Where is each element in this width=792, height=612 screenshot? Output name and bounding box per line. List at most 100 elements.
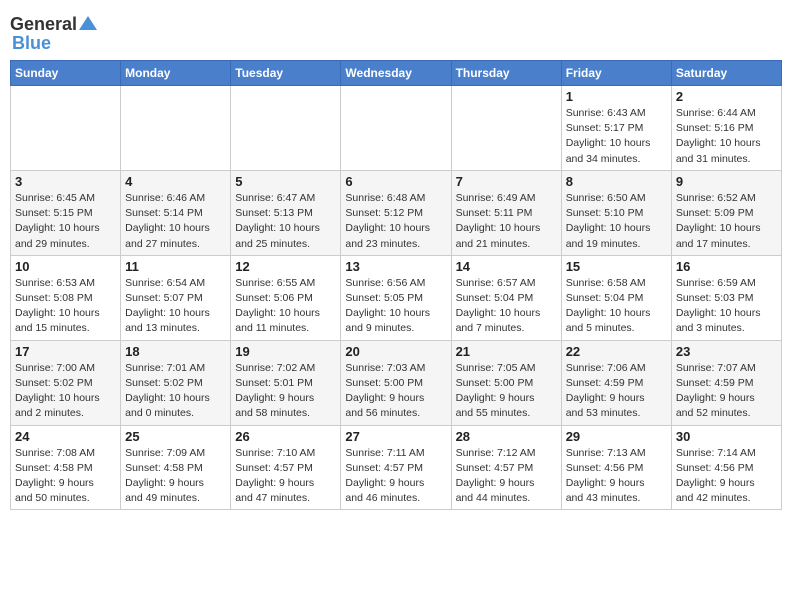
calendar-cell: 7Sunrise: 6:49 AMSunset: 5:11 PMDaylight…: [451, 170, 561, 255]
calendar-cell: 24 Sunrise: 7:08 AMSunset: 4:58 PMDayligh…: [11, 425, 121, 510]
calendar-cell: 22Sunrise: 7:06 AMSunset: 4:59 PMDayligh…: [561, 340, 671, 425]
day-number: 26: [235, 429, 336, 444]
day-number: 24: [15, 429, 116, 444]
day-number: 14: [456, 259, 557, 274]
calendar-cell: 1 Sunrise: 6:43 AMSunset: 5:17 PMDaylight…: [561, 86, 671, 171]
calendar-cell: 11 Sunrise: 6:54 AMSunset: 5:07 PMDayligh…: [121, 255, 231, 340]
calendar-cell: 15 Sunrise: 6:58 AMSunset: 5:04 PMDayligh…: [561, 255, 671, 340]
calendar-cell: 14 Sunrise: 6:57 AMSunset: 5:04 PMDayligh…: [451, 255, 561, 340]
day-info: Sunrise: 6:53 AMSunset: 5:08 PMDaylight:…: [15, 276, 116, 337]
day-number: 1: [566, 89, 667, 104]
logo-icon: [79, 16, 97, 30]
calendar-cell: 18 Sunrise: 7:01 AMSunset: 5:02 PMDayligh…: [121, 340, 231, 425]
day-number: 10: [15, 259, 116, 274]
calendar-table: SundayMondayTuesdayWednesdayThursdayFrid…: [10, 60, 782, 510]
day-info: Sunrise: 7:14 AMSunset: 4:56 PMDaylight:…: [676, 446, 777, 507]
day-number: 13: [345, 259, 446, 274]
day-info: Sunrise: 6:54 AMSunset: 5:07 PMDaylight:…: [125, 276, 226, 337]
day-info: Sunrise: 7:10 AMSunset: 4:57 PMDaylight:…: [235, 446, 336, 507]
calendar-week-row: 3 Sunrise: 6:45 AMSunset: 5:15 PMDaylight…: [11, 170, 782, 255]
day-number: 28: [456, 429, 557, 444]
day-info: Sunrise: 7:13 AMSunset: 4:56 PMDaylight:…: [566, 446, 667, 507]
calendar-cell: [121, 86, 231, 171]
calendar-week-row: 10 Sunrise: 6:53 AMSunset: 5:08 PMDayligh…: [11, 255, 782, 340]
calendar-cell: 27 Sunrise: 7:11 AMSunset: 4:57 PMDayligh…: [341, 425, 451, 510]
calendar-cell: 25Sunrise: 7:09 AMSunset: 4:58 PMDayligh…: [121, 425, 231, 510]
logo-blue-text: Blue: [12, 33, 51, 54]
day-number: 15: [566, 259, 667, 274]
calendar-cell: 10 Sunrise: 6:53 AMSunset: 5:08 PMDayligh…: [11, 255, 121, 340]
calendar-cell: 29 Sunrise: 7:13 AMSunset: 4:56 PMDayligh…: [561, 425, 671, 510]
day-info: Sunrise: 6:59 AMSunset: 5:03 PMDaylight:…: [676, 276, 777, 337]
day-info: Sunrise: 6:50 AMSunset: 5:10 PMDaylight:…: [566, 191, 667, 252]
day-info: Sunrise: 7:12 AMSunset: 4:57 PMDaylight:…: [456, 446, 557, 507]
day-info: Sunrise: 6:46 AMSunset: 5:14 PMDaylight:…: [125, 191, 226, 252]
calendar-cell: 12Sunrise: 6:55 AMSunset: 5:06 PMDayligh…: [231, 255, 341, 340]
day-info: Sunrise: 6:49 AMSunset: 5:11 PMDaylight:…: [456, 191, 557, 252]
weekday-header: Wednesday: [341, 61, 451, 86]
calendar-cell: 28 Sunrise: 7:12 AMSunset: 4:57 PMDayligh…: [451, 425, 561, 510]
logo: General Blue: [10, 10, 97, 54]
weekday-header: Tuesday: [231, 61, 341, 86]
day-info: Sunrise: 6:56 AMSunset: 5:05 PMDaylight:…: [345, 276, 446, 337]
calendar-week-row: 24 Sunrise: 7:08 AMSunset: 4:58 PMDayligh…: [11, 425, 782, 510]
calendar-week-row: 17 Sunrise: 7:00 AMSunset: 5:02 PMDayligh…: [11, 340, 782, 425]
calendar-week-row: 1 Sunrise: 6:43 AMSunset: 5:17 PMDaylight…: [11, 86, 782, 171]
calendar-cell: 9 Sunrise: 6:52 AMSunset: 5:09 PMDaylight…: [671, 170, 781, 255]
calendar-cell: 5Sunrise: 6:47 AMSunset: 5:13 PMDaylight…: [231, 170, 341, 255]
day-info: Sunrise: 7:07 AMSunset: 4:59 PMDaylight:…: [676, 361, 777, 422]
day-number: 30: [676, 429, 777, 444]
calendar-header-row: SundayMondayTuesdayWednesdayThursdayFrid…: [11, 61, 782, 86]
weekday-header: Thursday: [451, 61, 561, 86]
calendar-cell: [451, 86, 561, 171]
weekday-header: Saturday: [671, 61, 781, 86]
day-number: 19: [235, 344, 336, 359]
weekday-header: Sunday: [11, 61, 121, 86]
calendar-cell: 4 Sunrise: 6:46 AMSunset: 5:14 PMDaylight…: [121, 170, 231, 255]
calendar-cell: [341, 86, 451, 171]
day-number: 17: [15, 344, 116, 359]
day-info: Sunrise: 7:08 AMSunset: 4:58 PMDaylight:…: [15, 446, 116, 507]
day-number: 29: [566, 429, 667, 444]
day-number: 25: [125, 429, 226, 444]
day-info: Sunrise: 6:58 AMSunset: 5:04 PMDaylight:…: [566, 276, 667, 337]
day-number: 6: [345, 174, 446, 189]
calendar-cell: 26 Sunrise: 7:10 AMSunset: 4:57 PMDayligh…: [231, 425, 341, 510]
day-number: 16: [676, 259, 777, 274]
day-info: Sunrise: 7:01 AMSunset: 5:02 PMDaylight:…: [125, 361, 226, 422]
day-number: 2: [676, 89, 777, 104]
day-number: 18: [125, 344, 226, 359]
calendar-cell: 8 Sunrise: 6:50 AMSunset: 5:10 PMDaylight…: [561, 170, 671, 255]
calendar-cell: 21 Sunrise: 7:05 AMSunset: 5:00 PMDayligh…: [451, 340, 561, 425]
weekday-header: Monday: [121, 61, 231, 86]
calendar-cell: 19Sunrise: 7:02 AMSunset: 5:01 PMDayligh…: [231, 340, 341, 425]
day-number: 8: [566, 174, 667, 189]
day-info: Sunrise: 7:03 AMSunset: 5:00 PMDaylight:…: [345, 361, 446, 422]
day-number: 22: [566, 344, 667, 359]
calendar-cell: 16 Sunrise: 6:59 AMSunset: 5:03 PMDayligh…: [671, 255, 781, 340]
day-number: 12: [235, 259, 336, 274]
day-info: Sunrise: 6:52 AMSunset: 5:09 PMDaylight:…: [676, 191, 777, 252]
day-number: 3: [15, 174, 116, 189]
day-info: Sunrise: 6:57 AMSunset: 5:04 PMDaylight:…: [456, 276, 557, 337]
day-number: 11: [125, 259, 226, 274]
day-number: 4: [125, 174, 226, 189]
calendar-cell: 3 Sunrise: 6:45 AMSunset: 5:15 PMDaylight…: [11, 170, 121, 255]
day-info: Sunrise: 6:43 AMSunset: 5:17 PMDaylight:…: [566, 106, 667, 167]
calendar-cell: 17 Sunrise: 7:00 AMSunset: 5:02 PMDayligh…: [11, 340, 121, 425]
day-info: Sunrise: 6:45 AMSunset: 5:15 PMDaylight:…: [15, 191, 116, 252]
calendar-cell: 13 Sunrise: 6:56 AMSunset: 5:05 PMDayligh…: [341, 255, 451, 340]
day-info: Sunrise: 7:11 AMSunset: 4:57 PMDaylight:…: [345, 446, 446, 507]
day-number: 9: [676, 174, 777, 189]
day-number: 27: [345, 429, 446, 444]
calendar-cell: 30 Sunrise: 7:14 AMSunset: 4:56 PMDayligh…: [671, 425, 781, 510]
calendar-cell: 23Sunrise: 7:07 AMSunset: 4:59 PMDayligh…: [671, 340, 781, 425]
calendar-cell: [231, 86, 341, 171]
day-number: 20: [345, 344, 446, 359]
day-info: Sunrise: 7:00 AMSunset: 5:02 PMDaylight:…: [15, 361, 116, 422]
day-number: 21: [456, 344, 557, 359]
day-info: Sunrise: 6:44 AMSunset: 5:16 PMDaylight:…: [676, 106, 777, 167]
day-info: Sunrise: 7:05 AMSunset: 5:00 PMDaylight:…: [456, 361, 557, 422]
calendar-cell: 20 Sunrise: 7:03 AMSunset: 5:00 PMDayligh…: [341, 340, 451, 425]
day-info: Sunrise: 6:47 AMSunset: 5:13 PMDaylight:…: [235, 191, 336, 252]
